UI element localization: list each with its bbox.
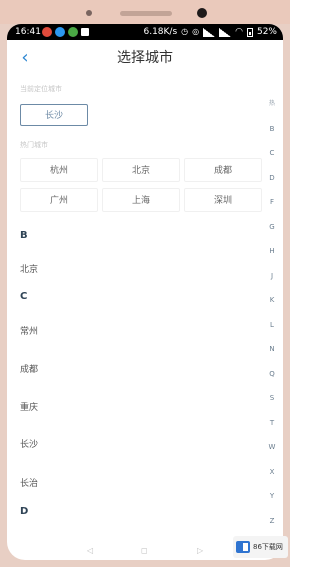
screen: 16:41 6.18K/s ◷ ◎ ◠ 52% ‹ 选择城市 当前定位城市 长沙… [7, 24, 283, 560]
notification-app-icon [68, 27, 78, 37]
earpiece-speaker [120, 11, 172, 16]
index-letter[interactable]: T [266, 411, 278, 436]
nav-bar: ‹ 选择城市 [7, 40, 283, 76]
index-letter[interactable]: D [266, 166, 278, 191]
index-letter[interactable]: H [266, 239, 278, 264]
current-city-button[interactable]: 长沙 [20, 104, 88, 126]
status-time: 16:41 [15, 27, 41, 37]
status-bar: 16:41 6.18K/s ◷ ◎ ◠ 52% [7, 24, 283, 40]
index-letter[interactable]: B [266, 117, 278, 142]
city-list-item[interactable]: 重庆 [20, 400, 38, 413]
hot-city-button[interactable]: 上海 [102, 188, 180, 212]
notification-app-icon [42, 27, 52, 37]
watermark-badge: 86下载网 [233, 536, 288, 558]
back-key-icon[interactable]: ◁ [87, 546, 93, 555]
group-header-d: D [20, 506, 29, 517]
index-letter[interactable]: Q [266, 362, 278, 387]
front-camera [197, 8, 207, 18]
signal-icon [219, 27, 232, 37]
recents-key-icon[interactable]: ▷ [197, 546, 203, 555]
watermark-text: 86下载网 [253, 543, 283, 551]
city-list-item[interactable]: 常州 [20, 324, 38, 337]
hot-section-label: 热门城市 [20, 141, 48, 149]
index-letter[interactable]: W [266, 435, 278, 460]
index-letter[interactable]: L [266, 313, 278, 338]
status-right-cluster: 6.18K/s ◷ ◎ ◠ 52% [143, 24, 277, 40]
location-section-label: 当前定位城市 [20, 85, 62, 93]
home-key-icon[interactable]: ◻ [141, 546, 148, 555]
wifi-icon: ◠ [235, 27, 243, 37]
city-list-item[interactable]: 长沙 [20, 437, 38, 450]
group-header-c: C [20, 291, 28, 302]
index-letter[interactable]: S [266, 386, 278, 411]
hot-city-button[interactable]: 杭州 [20, 158, 98, 182]
sensor-dot [86, 10, 92, 16]
city-list-item[interactable]: 成都 [20, 362, 38, 375]
hot-city-button[interactable]: 成都 [184, 158, 262, 182]
index-letter[interactable]: N [266, 337, 278, 362]
hot-city-button[interactable]: 广州 [20, 188, 98, 212]
video-icon [81, 28, 89, 36]
index-letter[interactable]: K [266, 288, 278, 313]
city-list-item[interactable]: 长治 [20, 476, 38, 489]
group-header-b: B [20, 230, 28, 241]
hot-city-grid: 杭州 北京 成都 广州 上海 深圳 [20, 158, 265, 212]
signal-icon [203, 27, 216, 37]
city-list-item[interactable]: 北京 [20, 262, 38, 275]
battery-icon [246, 27, 253, 37]
hot-city-button[interactable]: 深圳 [184, 188, 262, 212]
index-letter[interactable]: G [266, 215, 278, 240]
alphabet-index-bar[interactable]: 热 B C D F G H J K L N Q S T W X Y Z [266, 92, 278, 533]
index-letter[interactable]: F [266, 190, 278, 215]
alarm-icon: ◷ [181, 27, 189, 36]
index-letter[interactable]: Z [266, 509, 278, 534]
index-letter[interactable]: 热 [266, 92, 278, 117]
network-speed: 6.18K/s [143, 27, 178, 37]
battery-percent: 52% [256, 27, 277, 37]
hd-icon: ◎ [192, 27, 200, 36]
page-title: 选择城市 [117, 50, 173, 66]
watermark-logo-icon [236, 541, 250, 553]
index-letter[interactable]: J [266, 264, 278, 289]
notification-app-icon [55, 27, 65, 37]
index-letter[interactable]: C [266, 141, 278, 166]
index-letter[interactable]: Y [266, 484, 278, 509]
status-notification-icons [42, 27, 89, 37]
phone-top-bezel [0, 0, 290, 24]
hot-city-button[interactable]: 北京 [102, 158, 180, 182]
phone-frame: 16:41 6.18K/s ◷ ◎ ◠ 52% ‹ 选择城市 当前定位城市 长沙… [0, 0, 290, 567]
index-letter[interactable]: X [266, 460, 278, 485]
